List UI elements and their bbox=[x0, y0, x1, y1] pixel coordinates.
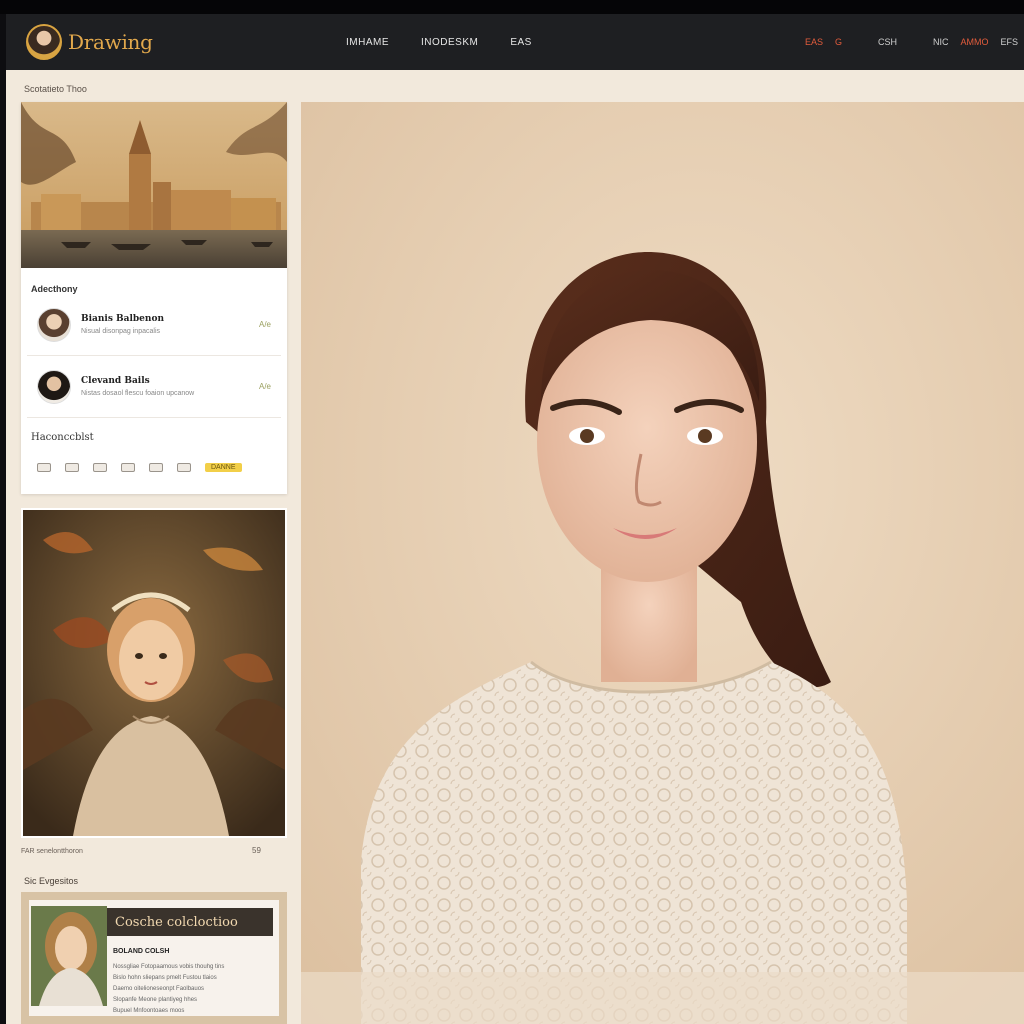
nav-link-home[interactable]: IMHAME bbox=[346, 37, 389, 48]
page-label: Scotatieto Thoo bbox=[24, 84, 87, 94]
card-heading: Adecthony bbox=[31, 284, 78, 294]
bookmark-icon[interactable] bbox=[149, 463, 163, 472]
promo-line: Nossgliae Fotopaamous vobis thouhg tins bbox=[113, 964, 225, 970]
image-icon[interactable] bbox=[37, 463, 51, 472]
nav-link-eas[interactable]: EAS bbox=[510, 37, 532, 48]
navbar: Drawing IMHAME INODESKM EAS EAS G CSH NI… bbox=[6, 14, 1024, 70]
painting-meta: 59 bbox=[252, 846, 261, 855]
nav-right-item-5[interactable]: AMMO bbox=[960, 37, 988, 47]
user-row[interactable]: Clevand Bails Nistas dosaol flescu foaio… bbox=[27, 356, 281, 418]
sidebar-card: Adecthony Bianis Balbenon Nisual disonpa… bbox=[21, 102, 287, 494]
comment-icon[interactable] bbox=[121, 463, 135, 472]
logo-text: Drawing bbox=[68, 30, 153, 54]
main-nav: IMHAME INODESKM EAS bbox=[346, 37, 532, 48]
user-row[interactable]: Bianis Balbenon Nisual disonpag inpacali… bbox=[27, 294, 281, 356]
promo-subtitle: BOLAND COLSH bbox=[113, 948, 170, 955]
nav-right-item-3[interactable]: CSH bbox=[878, 37, 897, 47]
promo-line: Daemo oitelioneseonpt Faolbauos bbox=[113, 986, 205, 992]
nav-link-designs[interactable]: INODESKM bbox=[421, 37, 478, 48]
promo-title: Cosche colcloctioo bbox=[107, 908, 273, 936]
promo-line: Bupuel Mnfoontoaes moos bbox=[113, 1008, 185, 1014]
share-icon[interactable] bbox=[65, 463, 79, 472]
user-subtitle: Nistas dosaol flescu foaion upcanow bbox=[81, 390, 195, 397]
logo-avatar-icon bbox=[26, 24, 62, 60]
grid-icon[interactable] bbox=[177, 463, 191, 472]
heart-icon[interactable] bbox=[93, 463, 107, 472]
promo-line: Slopanfe Meone plantiyeg hhes bbox=[113, 997, 198, 1003]
section-label: Sic Evgesitos bbox=[24, 876, 79, 886]
user-name: Bianis Balbenon bbox=[81, 314, 164, 324]
user-name: Clevand Bails bbox=[81, 376, 150, 386]
user-subtitle: Nisual disonpag inpacalis bbox=[81, 328, 160, 335]
card-toolbar: DANNE bbox=[37, 463, 287, 472]
girl-painting-card[interactable] bbox=[21, 508, 287, 838]
painting-caption: FAR senelontthoron bbox=[21, 848, 83, 855]
logo[interactable]: Drawing bbox=[26, 24, 306, 60]
page: Scotatieto Thoo Adecthony Bianis Balbeno… bbox=[6, 70, 1024, 1024]
card-section-title: Haconccblst bbox=[31, 432, 94, 443]
cityscape-painting[interactable] bbox=[21, 102, 287, 268]
promo-inner: Cosche colcloctioo BOLAND COLSH Nossglia… bbox=[29, 900, 279, 1016]
promo-line: Bislo hohn sliepans pmelt Fustou tlaios bbox=[113, 975, 217, 981]
top-strip bbox=[0, 0, 1024, 14]
nav-right-item-1[interactable]: EAS bbox=[805, 37, 823, 47]
promo-card[interactable]: Cosche colcloctioo BOLAND COLSH Nossglia… bbox=[21, 892, 287, 1024]
nav-right: EAS G CSH NIC AMMO EFS bbox=[805, 37, 1018, 47]
user-action[interactable]: A/e bbox=[259, 382, 271, 391]
user-avatar-icon bbox=[37, 369, 71, 404]
promo-text: Nossgliae Fotopaamous vobis thouhg tins … bbox=[113, 962, 273, 1017]
nav-right-item-4[interactable]: NIC bbox=[933, 37, 949, 47]
user-action[interactable]: A/e bbox=[259, 320, 271, 329]
nav-right-item-6[interactable]: EFS bbox=[1000, 37, 1018, 47]
user-avatar-icon bbox=[37, 307, 71, 342]
nav-right-item-2[interactable]: G bbox=[835, 37, 842, 47]
toolbar-action-button[interactable]: DANNE bbox=[205, 463, 242, 472]
promo-portrait-image[interactable] bbox=[31, 906, 107, 1006]
hero-portrait[interactable] bbox=[301, 102, 1024, 1024]
